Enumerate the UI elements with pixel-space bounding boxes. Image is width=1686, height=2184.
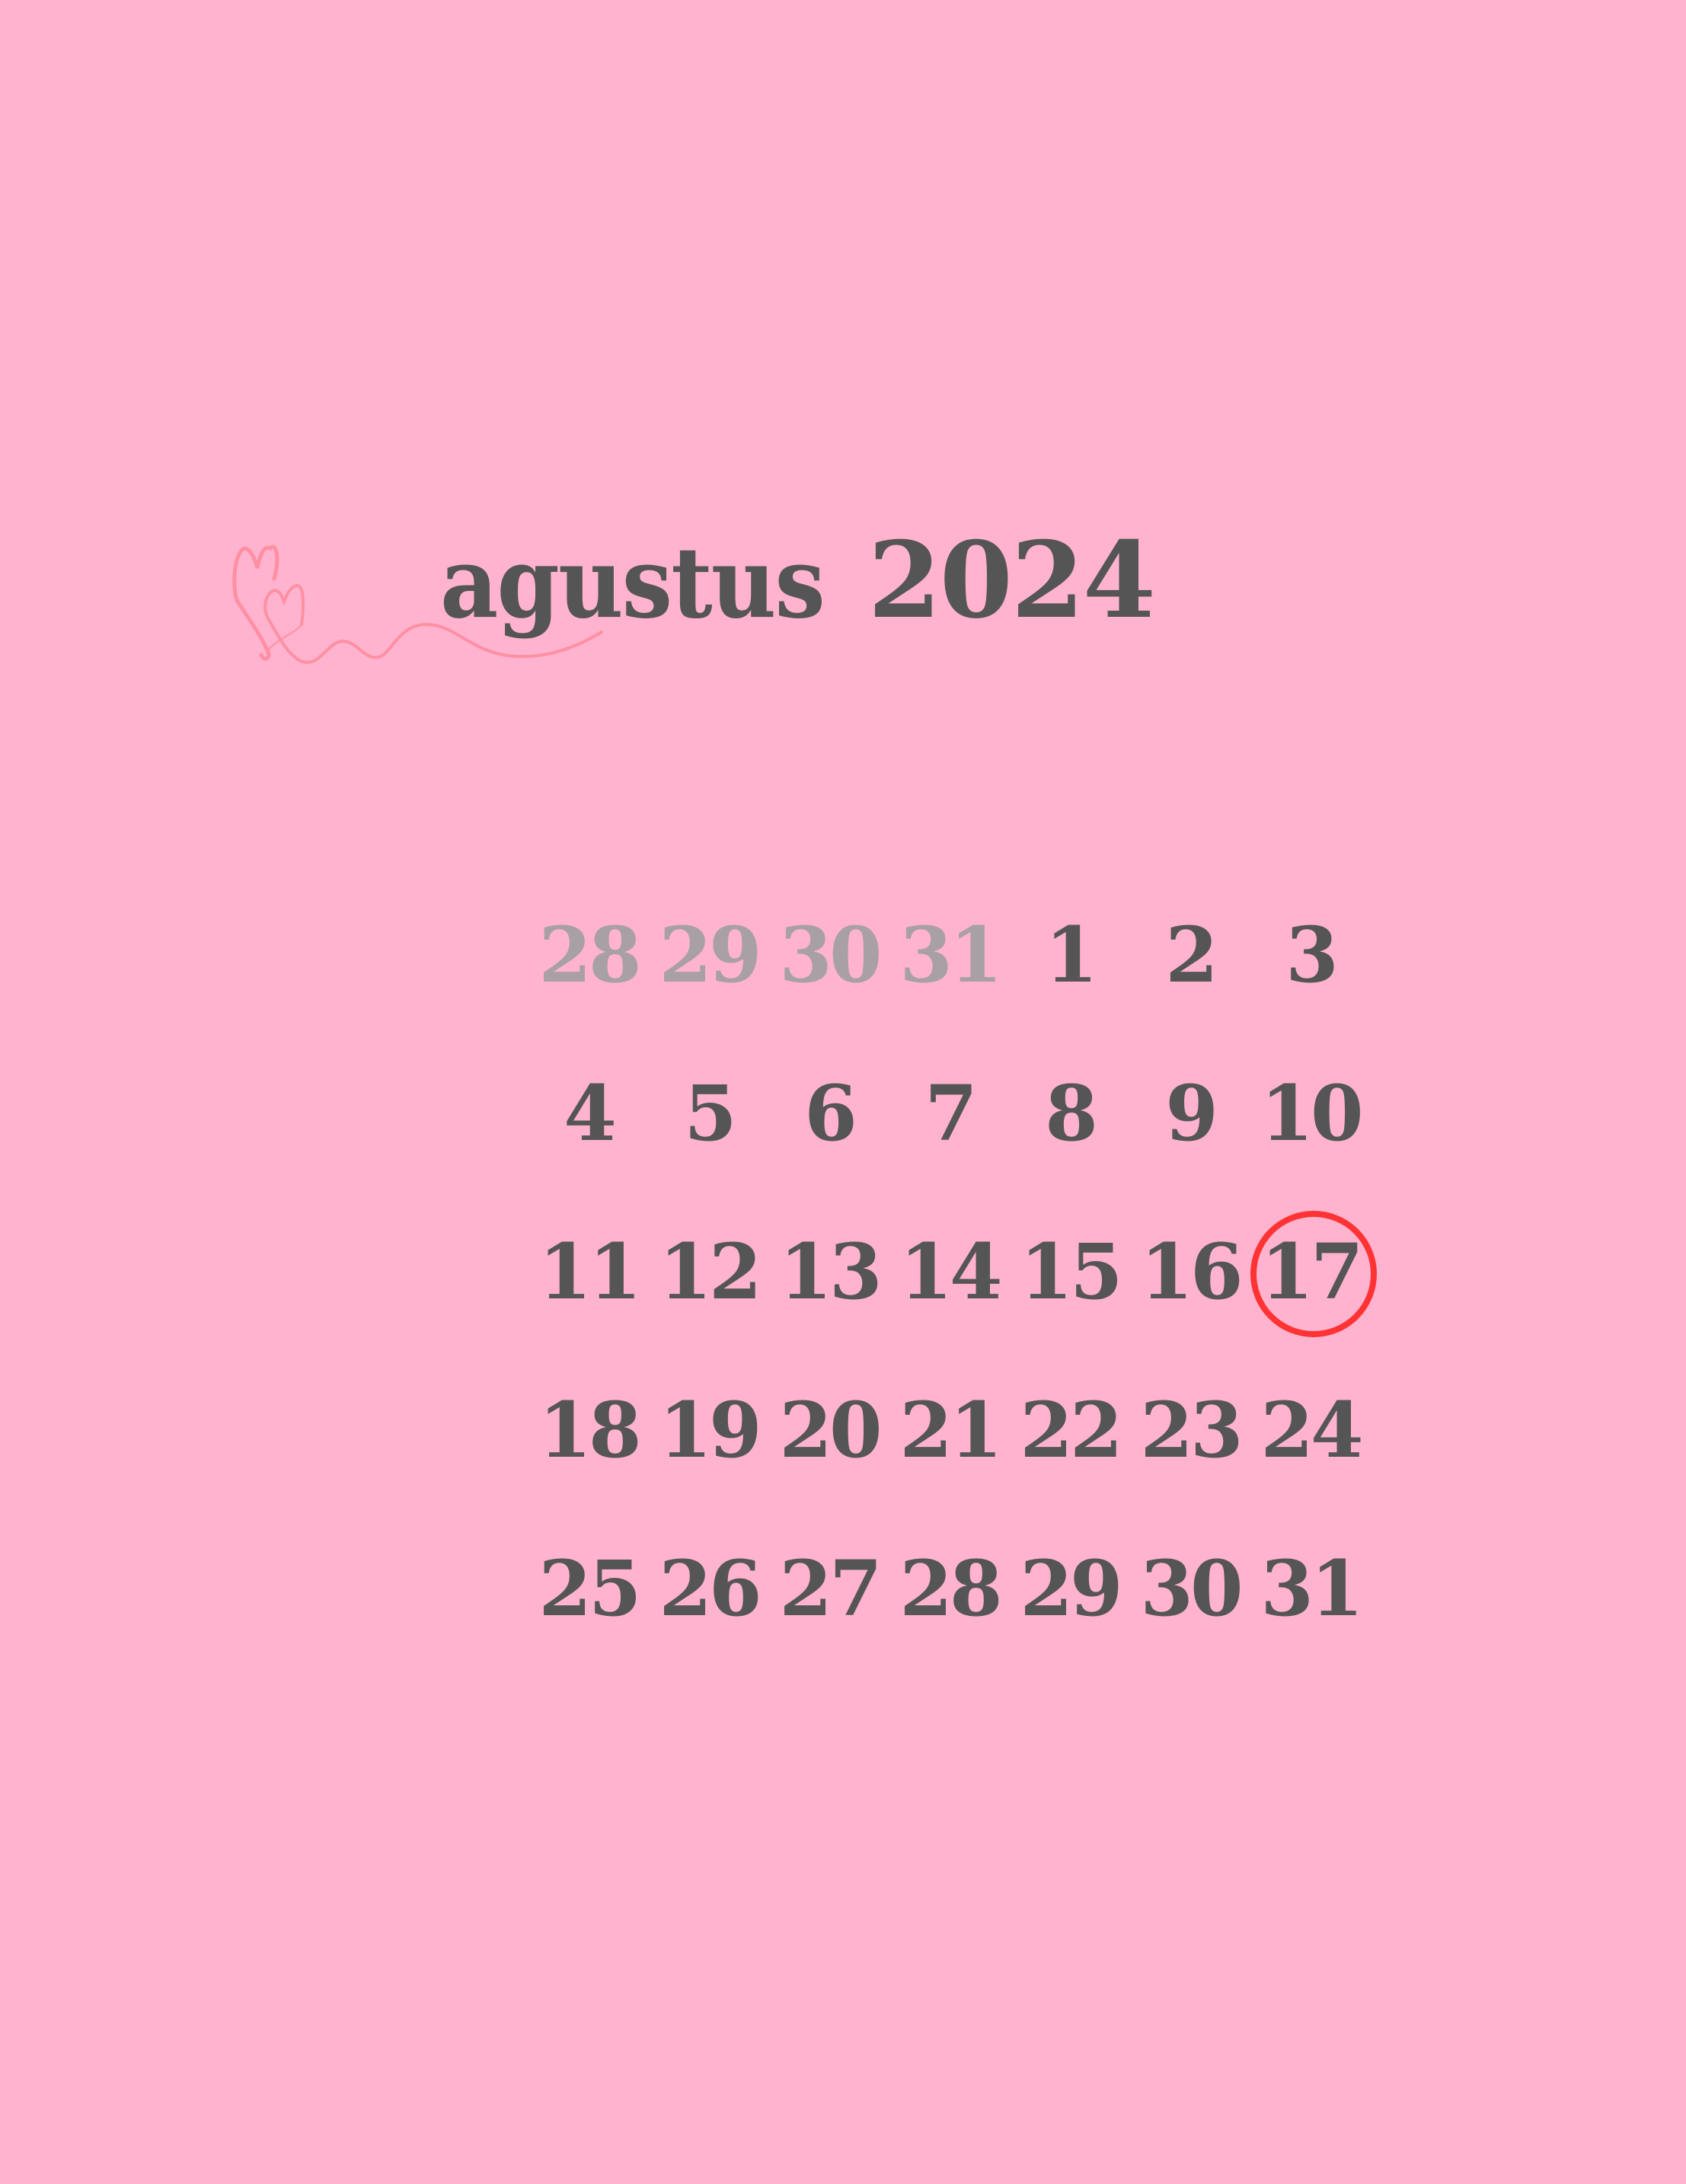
calendar-day[interactable]: 25 <box>528 1509 649 1668</box>
calendar-day[interactable]: 31 <box>1250 1509 1371 1668</box>
month-name: agustus <box>440 526 825 640</box>
calendar-day[interactable]: 7 <box>889 1034 1010 1193</box>
calendar-day[interactable]: 26 <box>649 1509 769 1668</box>
calendar-day[interactable]: 15 <box>1010 1193 1130 1351</box>
calendar-day[interactable]: 20 <box>769 1351 889 1509</box>
calendar-day[interactable]: 5 <box>649 1034 769 1193</box>
calendar-day[interactable]: 27 <box>769 1509 889 1668</box>
calendar-day[interactable]: 8 <box>1010 1034 1130 1193</box>
calendar-day[interactable]: 16 <box>1130 1193 1250 1351</box>
calendar-day-adjacent-month[interactable]: 31 <box>889 876 1010 1034</box>
calendar-day-adjacent-month[interactable]: 30 <box>769 876 889 1034</box>
calendar-day[interactable]: 10 <box>1250 1034 1371 1193</box>
calendar-day[interactable]: 13 <box>769 1193 889 1351</box>
year-label: 2024 <box>867 518 1156 642</box>
calendar-day-adjacent-month[interactable]: 29 <box>649 876 769 1034</box>
calendar-day[interactable]: 6 <box>769 1034 889 1193</box>
calendar-day[interactable]: 30 <box>1130 1509 1250 1668</box>
calendar-day[interactable]: 19 <box>649 1351 769 1509</box>
calendar-day[interactable]: 9 <box>1130 1034 1250 1193</box>
calendar-day[interactable]: 14 <box>889 1193 1010 1351</box>
calendar-day[interactable]: 12 <box>649 1193 769 1351</box>
month-title: agustus 2024 <box>440 518 1156 642</box>
calendar-day[interactable]: 22 <box>1010 1351 1130 1509</box>
calendar-day[interactable]: 28 <box>889 1509 1010 1668</box>
calendar-day[interactable]: 23 <box>1130 1351 1250 1509</box>
calendar-grid: 28 29 30 31 1 2 3 4 5 6 7 8 9 10 11 12 13 14 15 16 17 18 19 20 2… <box>528 876 1377 1668</box>
calendar-day[interactable]: 21 <box>889 1351 1010 1509</box>
calendar-day[interactable]: 18 <box>528 1351 649 1509</box>
calendar-day[interactable]: 24 <box>1250 1351 1371 1509</box>
calendar-day[interactable]: 4 <box>528 1034 649 1193</box>
calendar-day[interactable]: 2 <box>1130 876 1250 1034</box>
calendar-day-adjacent-month[interactable]: 28 <box>528 876 649 1034</box>
calendar-day[interactable]: 11 <box>528 1193 649 1351</box>
calendar-day[interactable]: 3 <box>1250 876 1371 1034</box>
calendar-day-highlighted[interactable]: 17 <box>1250 1193 1377 1351</box>
calendar-day[interactable]: 1 <box>1010 876 1130 1034</box>
calendar-day[interactable]: 29 <box>1010 1509 1130 1668</box>
